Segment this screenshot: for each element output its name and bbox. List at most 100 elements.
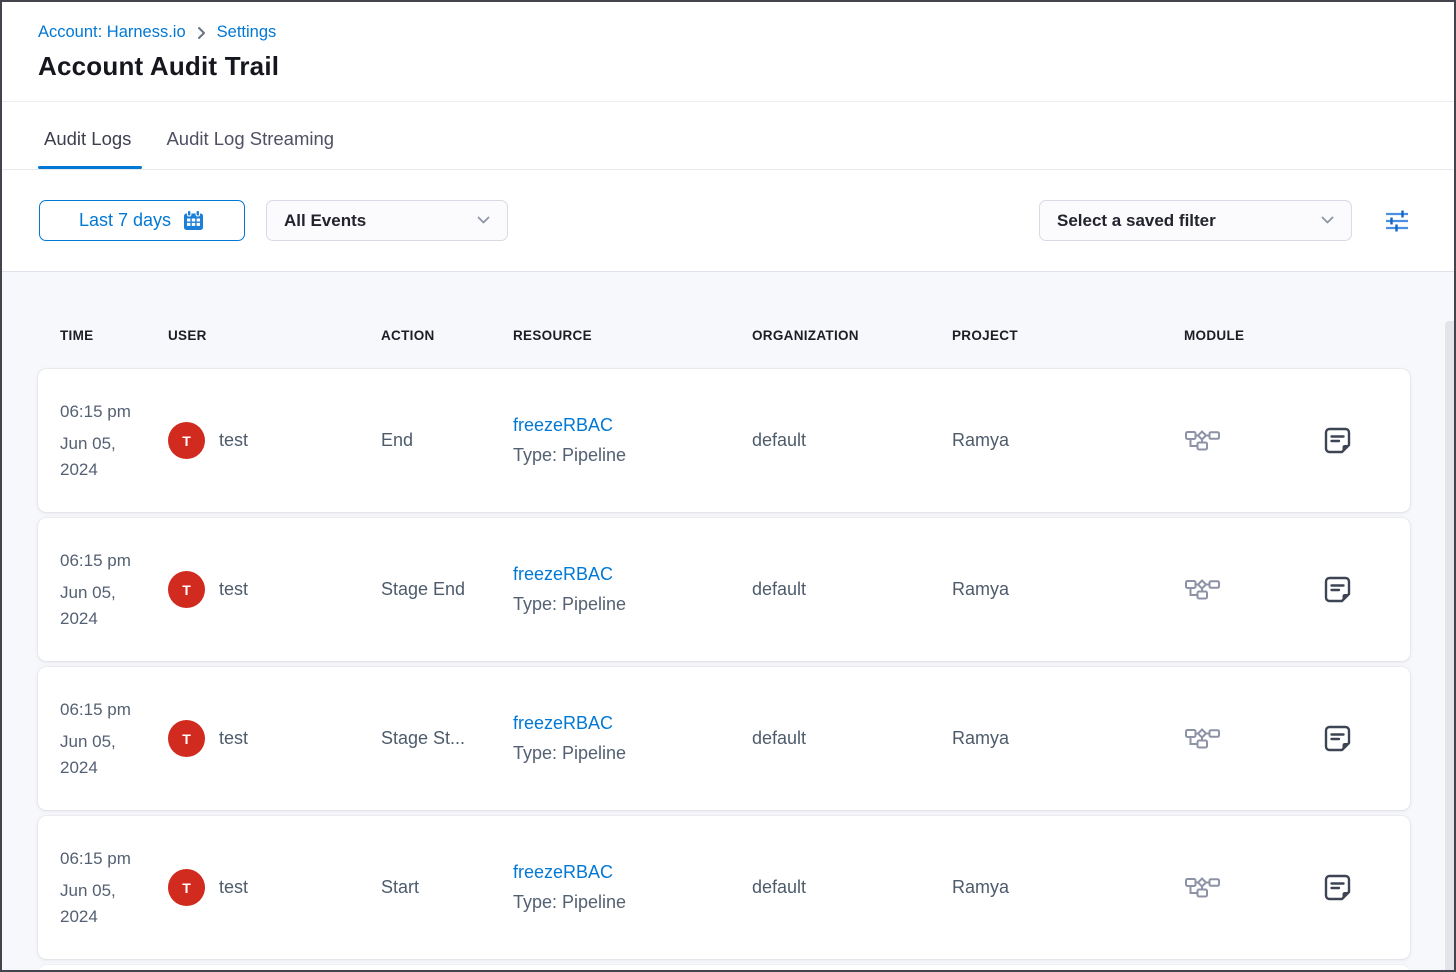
pipeline-icon [1184,575,1221,605]
breadcrumb-settings-link[interactable]: Settings [217,23,277,42]
avatar: T [168,720,205,757]
event-summary-button[interactable] [1322,872,1353,903]
resource-link[interactable]: freezeRBAC [513,415,752,436]
organization-cell: default [752,430,952,451]
tab-audit-logs[interactable]: Audit Logs [44,128,131,169]
event-date: Jun 05, 2024 [60,729,152,780]
chevron-down-icon [477,216,490,225]
time-cell: 06:15 pm Jun 05, 2024 [60,846,152,930]
user-name: test [219,579,248,600]
page-header: Account: Harness.io Settings Account Aud… [2,2,1454,102]
next-row-partial [38,965,1410,972]
resource-type: Type: Pipeline [513,445,752,466]
table-body: 06:15 pm Jun 05, 2024 T test End freezeR… [38,369,1410,959]
event-time: 06:15 pm [60,548,152,574]
event-date: Jun 05, 2024 [60,878,152,929]
action-cell: Start [381,877,513,898]
saved-filter-placeholder: Select a saved filter [1057,211,1216,231]
date-range-button[interactable]: Last 7 days [39,200,245,241]
event-summary-button[interactable] [1322,425,1353,456]
events-dropdown-value: All Events [284,211,366,231]
project-cell: Ramya [952,728,1170,749]
column-header-organization: ORGANIZATION [752,328,952,343]
resource-type: Type: Pipeline [513,743,752,764]
organization-cell: default [752,877,952,898]
column-header-resource: RESOURCE [513,328,752,343]
pipeline-icon [1184,426,1221,456]
module-cell [1170,873,1322,903]
details-cell [1322,723,1410,754]
pipeline-icon [1184,873,1221,903]
chevron-down-icon [1321,216,1334,225]
filter-settings-button[interactable] [1380,204,1414,238]
details-cell [1322,425,1410,456]
saved-filter-dropdown[interactable]: Select a saved filter [1039,200,1352,241]
events-dropdown[interactable]: All Events [266,200,508,241]
breadcrumb-account-link[interactable]: Account: Harness.io [38,23,186,42]
column-header-actions [1322,328,1410,343]
column-header-module: MODULE [1170,328,1322,343]
avatar: T [168,869,205,906]
module-cell [1170,724,1322,754]
column-header-user: USER [168,328,381,343]
tab-audit-log-streaming[interactable]: Audit Log Streaming [166,128,334,169]
user-cell: T test [168,720,381,757]
filter-sliders-icon [1382,206,1412,236]
table-header-row: TIME USER ACTION RESOURCE ORGANIZATION P… [38,328,1410,343]
resource-cell: freezeRBAC Type: Pipeline [513,415,752,466]
resource-type: Type: Pipeline [513,892,752,913]
column-header-project: PROJECT [952,328,1170,343]
note-summary-icon [1322,872,1353,903]
resource-link[interactable]: freezeRBAC [513,713,752,734]
avatar: T [168,422,205,459]
time-cell: 06:15 pm Jun 05, 2024 [60,399,152,483]
app-window: Account: Harness.io Settings Account Aud… [0,0,1456,972]
resource-cell: freezeRBAC Type: Pipeline [513,713,752,764]
project-cell: Ramya [952,579,1170,600]
breadcrumb: Account: Harness.io Settings [38,23,1418,42]
table-row: 06:15 pm Jun 05, 2024 T test Start freez… [38,816,1410,959]
resource-cell: freezeRBAC Type: Pipeline [513,862,752,913]
pipeline-icon [1184,724,1221,754]
event-time: 06:15 pm [60,697,152,723]
user-name: test [219,430,248,451]
event-date: Jun 05, 2024 [60,431,152,482]
time-cell: 06:15 pm Jun 05, 2024 [60,548,152,632]
note-summary-icon [1322,574,1353,605]
organization-cell: default [752,728,952,749]
action-cell: Stage End [381,579,513,600]
event-time: 06:15 pm [60,846,152,872]
module-cell [1170,426,1322,456]
user-cell: T test [168,571,381,608]
note-summary-icon [1322,425,1353,456]
filter-right-group: Select a saved filter [1039,200,1414,241]
user-cell: T test [168,422,381,459]
event-summary-button[interactable] [1322,723,1353,754]
calendar-icon [182,209,205,232]
project-cell: Ramya [952,877,1170,898]
organization-cell: default [752,579,952,600]
event-summary-button[interactable] [1322,574,1353,605]
avatar: T [168,571,205,608]
event-time: 06:15 pm [60,399,152,425]
table-row: 06:15 pm Jun 05, 2024 T test Stage St...… [38,667,1410,810]
action-cell: Stage St... [381,728,513,749]
date-range-label: Last 7 days [79,210,171,231]
table-row: 06:15 pm Jun 05, 2024 T test Stage End f… [38,518,1410,661]
audit-table: TIME USER ACTION RESOURCE ORGANIZATION P… [2,272,1454,970]
time-cell: 06:15 pm Jun 05, 2024 [60,697,152,781]
resource-link[interactable]: freezeRBAC [513,862,752,883]
tabs-bar: Audit Logs Audit Log Streaming [2,102,1454,170]
resource-cell: freezeRBAC Type: Pipeline [513,564,752,615]
action-cell: End [381,430,513,451]
column-header-action: ACTION [381,328,513,343]
event-date: Jun 05, 2024 [60,580,152,631]
filter-left-group: Last 7 days All Events [39,200,508,241]
resource-link[interactable]: freezeRBAC [513,564,752,585]
page-title: Account Audit Trail [38,51,1418,82]
resource-type: Type: Pipeline [513,594,752,615]
note-summary-icon [1322,723,1353,754]
user-name: test [219,728,248,749]
table-row: 06:15 pm Jun 05, 2024 T test End freezeR… [38,369,1410,512]
vertical-scrollbar[interactable] [1445,321,1454,970]
